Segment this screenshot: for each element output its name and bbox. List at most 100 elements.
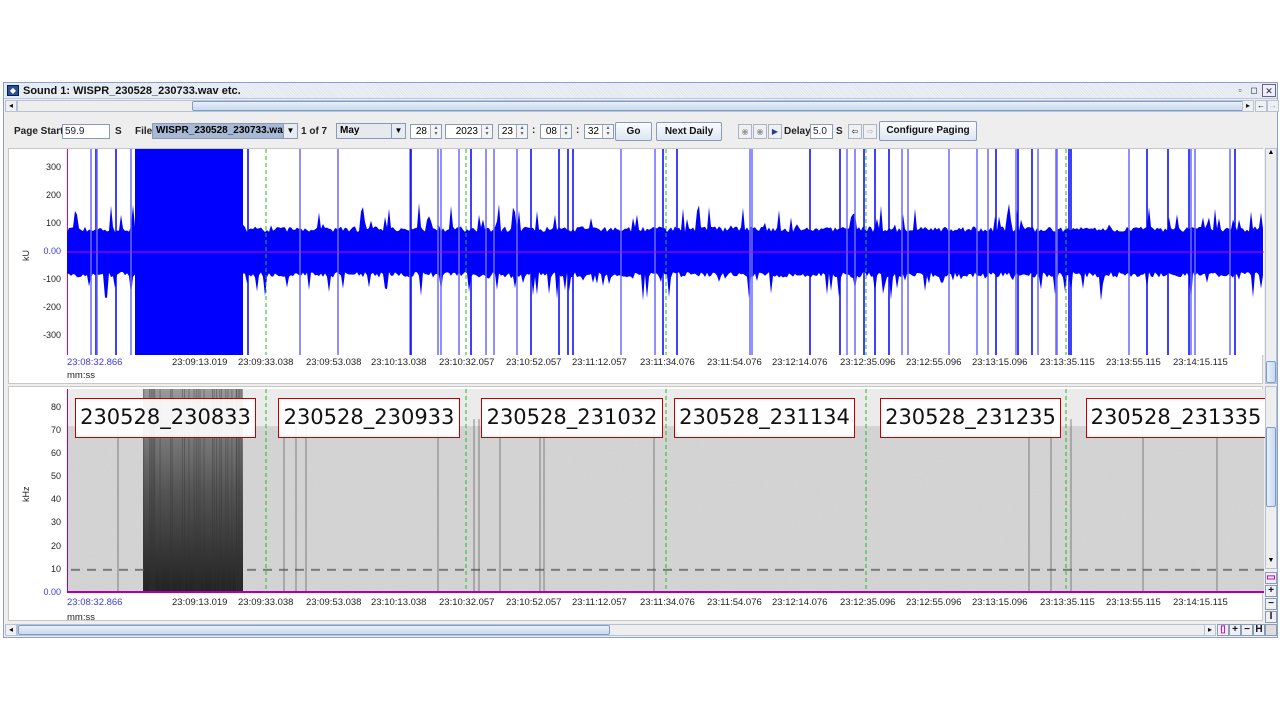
waveform-tick-label: 23:10:32.057	[439, 357, 495, 368]
spectrogram-tick-label: 23:13:15.096	[972, 597, 1028, 608]
spectrogram-vertical-scrollbar[interactable]: ▼	[1265, 386, 1277, 569]
month-select[interactable]: May ▼	[336, 123, 406, 139]
year-spinner[interactable]: 2023 ▴ ▾	[445, 124, 493, 139]
file-annotation-label: 230528_231235	[880, 398, 1061, 438]
chevron-down-icon[interactable]: ▼	[283, 124, 297, 138]
spectrogram-tick-label: 23:12:55.096	[906, 597, 962, 608]
file-annotation-label: 230528_230933	[278, 398, 460, 438]
chevron-down-icon[interactable]: ▼	[391, 124, 405, 138]
vertical-scroll-thumb[interactable]	[1266, 361, 1276, 383]
waveform-tick-label: 23:14:15.115	[1173, 357, 1228, 368]
waveform-ytick-label: 100	[45, 218, 61, 229]
spinner-arrows-icon[interactable]: ▴ ▾	[560, 125, 571, 138]
spectrogram-scroll-thumb[interactable]	[1266, 427, 1276, 507]
spectrogram-tick-start: 23:08:32.866	[67, 597, 123, 608]
spinner-arrows-icon[interactable]: ▴ ▾	[430, 125, 441, 138]
page-start-unit: S	[115, 126, 122, 137]
color-map-icon[interactable]: ▭	[1265, 572, 1277, 584]
spectrogram-ytick-label: 80	[50, 401, 61, 412]
top-scroll-thumb[interactable]	[192, 101, 1244, 111]
waveform-ytick-label: 200	[45, 190, 61, 201]
spectrogram-tick-label: 23:12:14.076	[772, 597, 828, 608]
spectrogram-tick-label: 23:13:55.115	[1106, 597, 1161, 608]
zoom-in-vertical-icon[interactable]: +	[1265, 585, 1277, 597]
spectrogram-time-unit: mm:ss	[67, 612, 95, 623]
back-arrow-icon[interactable]: ⇦	[848, 124, 862, 139]
spectrogram-tick-label: 23:10:52.057	[506, 597, 562, 608]
configure-paging-button[interactable]: Configure Paging	[879, 121, 977, 141]
forward-arrow-icon[interactable]: ⇨	[863, 124, 877, 139]
close-icon[interactable]: ✕	[1262, 84, 1276, 97]
scroll-right-button[interactable]: ▸	[1242, 100, 1254, 112]
bottom-horizontal-scrollbar[interactable]	[17, 624, 1205, 636]
go-button[interactable]: Go	[615, 122, 652, 141]
spectrogram-tick-label: 23:11:54.076	[707, 597, 762, 608]
window-titlebar[interactable]: ◆ Sound 1: WISPR_230528_230733.wav etc. …	[4, 83, 1277, 99]
spectrogram-tick-label: 23:10:13.038	[371, 597, 427, 608]
waveform-plot[interactable]	[67, 149, 1264, 355]
waveform-ytick-label: -100	[42, 273, 61, 284]
spectrogram-ytick-label: 60	[50, 447, 61, 458]
fit-horizontal-icon[interactable]: H	[1253, 624, 1265, 636]
time-separator: :	[532, 125, 536, 136]
second-spinner[interactable]: 32 ▴ ▾	[584, 124, 614, 139]
play-disabled-icon[interactable]: ◉	[738, 124, 752, 139]
spinner-arrows-icon[interactable]: ▴ ▾	[516, 125, 527, 138]
page-start-input[interactable]: 59.9	[62, 124, 110, 139]
waveform-tick-label: 23:11:12.057	[572, 357, 627, 368]
sound-window: ◆ Sound 1: WISPR_230528_230733.wav etc. …	[3, 82, 1279, 638]
bottom-scroll-thumb[interactable]	[18, 625, 610, 635]
file-annotation-label: 230528_231134	[674, 398, 855, 438]
next-daily-button[interactable]: Next Daily	[656, 122, 722, 141]
file-select[interactable]: WISPR_230528_230733.wav ▼	[152, 123, 298, 139]
spectrogram-tick-label: 23:10:32.057	[439, 597, 495, 608]
scroll-left-button[interactable]: ◂	[5, 100, 17, 112]
hour-spinner[interactable]: 23 ▴ ▾	[498, 124, 528, 139]
waveform-svg	[67, 149, 1264, 355]
top-horizontal-scrollbar[interactable]	[17, 100, 1244, 112]
forward-arrow-icon[interactable]: →	[1267, 100, 1279, 112]
spectrogram-ytick-label: 30	[50, 517, 61, 528]
zoom-out-horizontal-icon[interactable]: −	[1241, 624, 1253, 636]
spinner-arrows-icon[interactable]: ▴ ▾	[602, 125, 613, 138]
scroll-down-icon[interactable]: ▼	[1266, 557, 1276, 568]
corner-box	[1265, 624, 1277, 636]
delay-input[interactable]: 5.0	[810, 124, 833, 139]
scroll-up-icon[interactable]: ▲	[1266, 149, 1276, 160]
day-spinner[interactable]: 28 ▴ ▾	[410, 124, 442, 139]
spectrogram-ytick-label: 50	[50, 471, 61, 482]
back-arrow-icon[interactable]: ←	[1255, 100, 1267, 112]
month-select-value: May	[340, 125, 360, 136]
color-map-horizontal-icon[interactable]: ▯	[1217, 624, 1229, 636]
spectrogram-tick-label: 23:11:12.057	[572, 597, 627, 608]
vertical-scrollbar[interactable]: ▲	[1265, 148, 1277, 384]
minute-spinner[interactable]: 08 ▴ ▾	[540, 124, 572, 139]
stop-disabled-icon[interactable]: ◉	[753, 124, 767, 139]
restore-icon[interactable]: ▫	[1233, 84, 1247, 97]
waveform-tick-label: 23:09:53.038	[306, 357, 362, 368]
bottom-scroll-right-button[interactable]: ▸	[1204, 624, 1216, 636]
file-annotation-label: 230528_230833	[75, 398, 256, 438]
second-value: 32	[587, 126, 599, 137]
zoom-in-horizontal-icon[interactable]: +	[1229, 624, 1241, 636]
spectrogram-tick-label: 23:11:34.076	[640, 597, 695, 608]
file-select-value: WISPR_230528_230733.wav	[156, 125, 289, 136]
waveform-ytick-label: -200	[42, 301, 61, 312]
waveform-tick-label: 23:12:55.096	[906, 357, 962, 368]
waveform-panel: kU 300 200 100 0.00 -100 -200 -300 23:08:32.86…	[8, 148, 1264, 384]
waveform-tick-label: 23:09:13.019	[172, 357, 228, 368]
waveform-tick-start: 23:08:32.866	[67, 357, 123, 368]
waveform-ytick-label: -300	[42, 329, 61, 340]
waveform-tick-label: 23:09:33.038	[238, 357, 294, 368]
spectrogram-tick-label: 23:09:13.019	[172, 597, 228, 608]
file-annotation-label: 230528_231032	[481, 398, 663, 438]
zoom-out-vertical-icon[interactable]: −	[1265, 598, 1277, 610]
maximize-icon[interactable]: ◻	[1247, 84, 1261, 97]
bottom-scroll-left-button[interactable]: ◂	[5, 624, 17, 636]
fit-vertical-icon[interactable]: I	[1265, 611, 1277, 623]
auto-page-icon[interactable]: ▶	[768, 124, 782, 139]
spinner-arrows-icon[interactable]: ▴ ▾	[481, 125, 492, 138]
waveform-tick-label: 23:11:54.076	[707, 357, 762, 368]
spectrogram-tick-label: 23:09:53.038	[306, 597, 362, 608]
waveform-tick-label: 23:11:34.076	[640, 357, 695, 368]
